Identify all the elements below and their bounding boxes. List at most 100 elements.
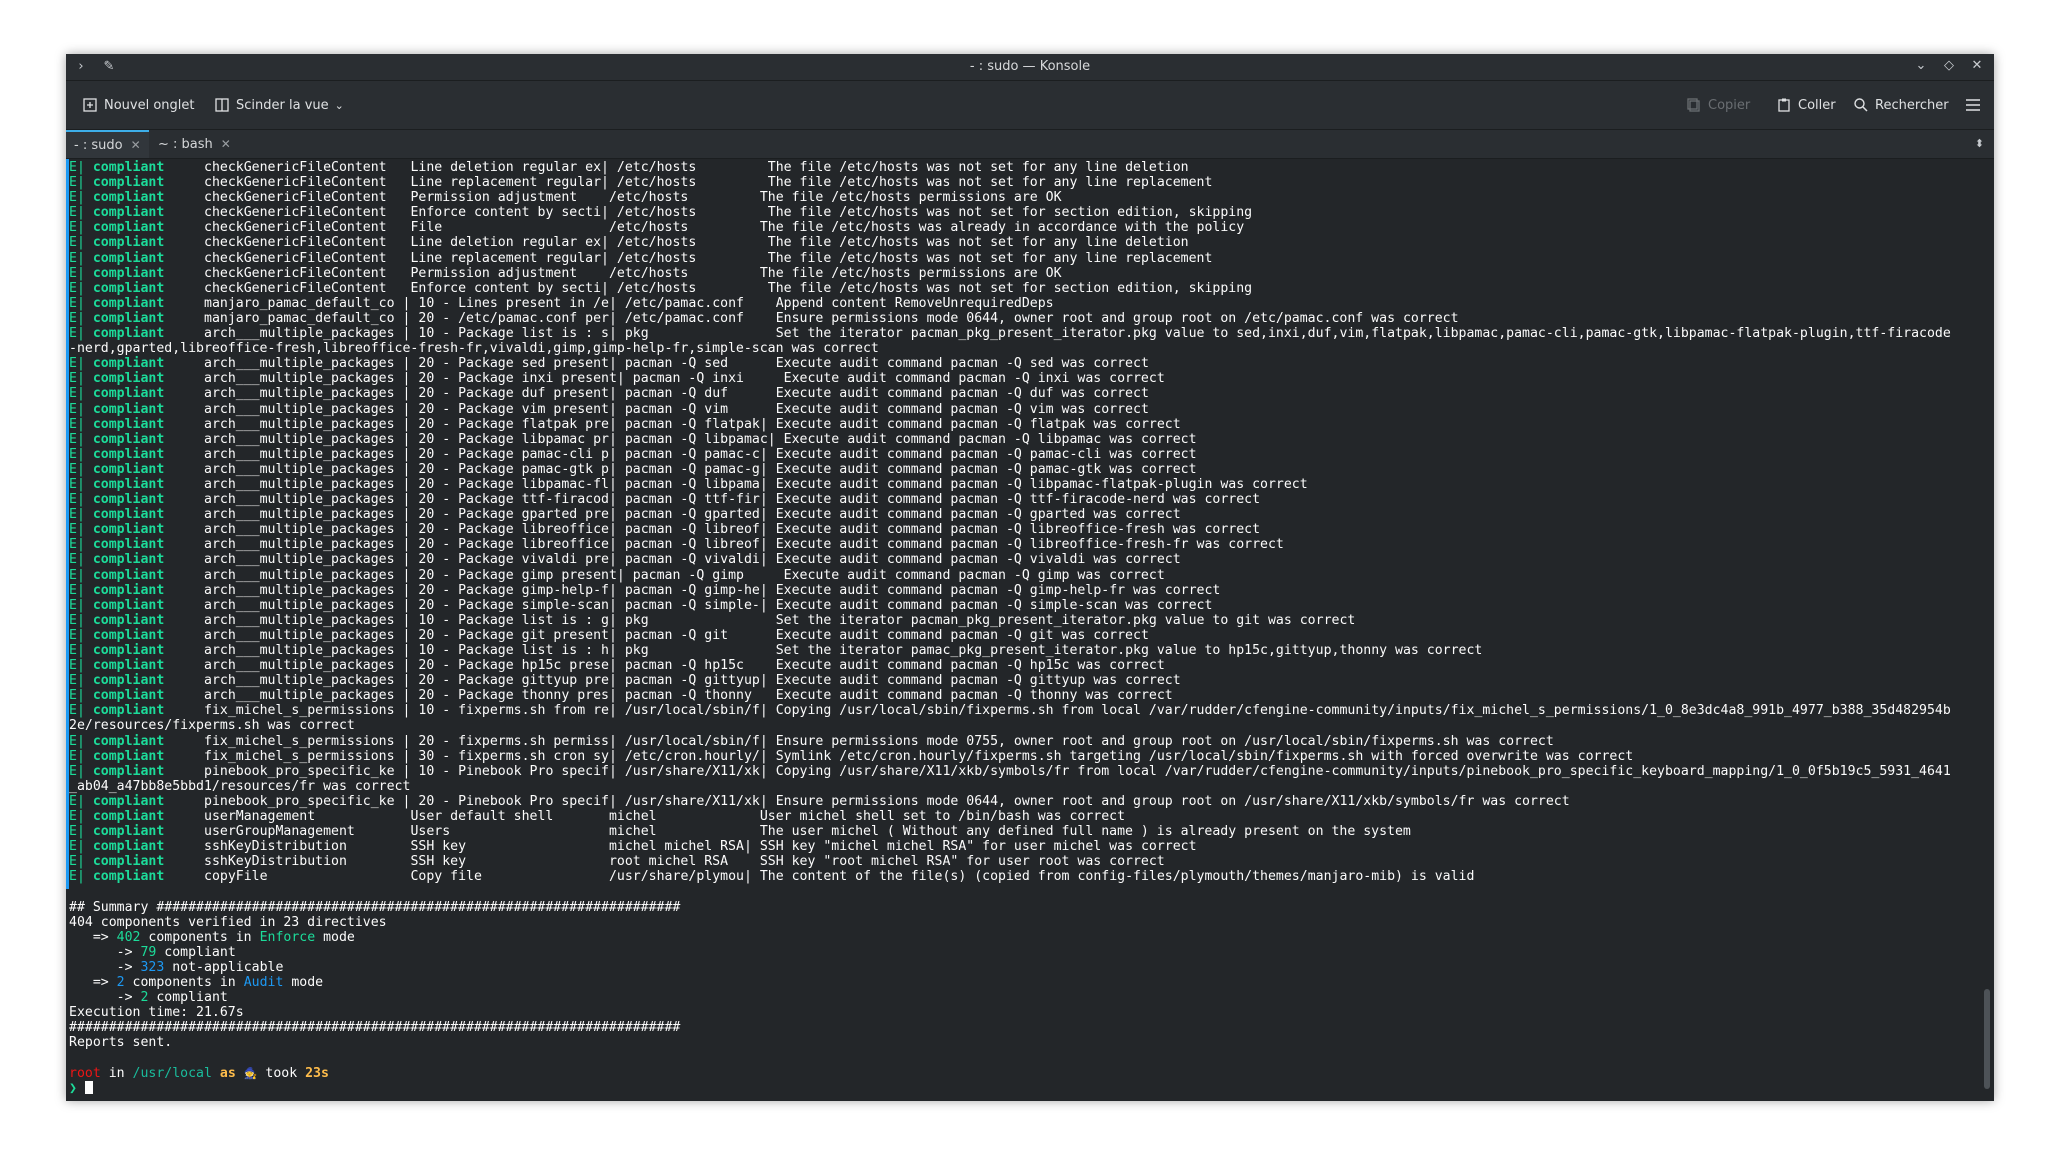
- component-message: The file /etc/hosts was not set for any …: [767, 175, 1213, 191]
- tab-bash[interactable]: ~ : bash ✕: [150, 130, 239, 158]
- log-row: E| compliant checkGenericFileContent Per…: [69, 190, 1951, 205]
- component-id: 20 - /etc/pamac.conf per: [418, 310, 609, 326]
- component-target: pacman -Q inxi: [632, 371, 744, 387]
- component-target: /usr/share/X11/xk: [624, 793, 760, 809]
- component-id: 20 - Package thonny pres: [418, 688, 609, 704]
- log-row: E| compliant checkGenericFileContent Lin…: [69, 175, 1213, 191]
- summary-enforce: => 402 components in Enforce mode: [69, 929, 355, 945]
- log-row: E| compliant arch___multiple_packages | …: [69, 461, 1197, 477]
- component-target: michel: [608, 809, 657, 825]
- component-target: pacman -Q vim: [624, 401, 729, 417]
- component-message-cont: _ab04_a47bb8e5bbd1/resources/fr was corr…: [69, 778, 411, 794]
- component-name: arch___multiple_packages: [204, 582, 395, 598]
- search-button[interactable]: Rechercher: [1853, 95, 1949, 115]
- scrollbar[interactable]: [1984, 989, 1990, 1089]
- component-name: sshKeyDistribution: [204, 854, 347, 870]
- split-view-icon: [215, 98, 229, 112]
- text-cursor[interactable]: [84, 1080, 93, 1094]
- status-badge: compliant: [92, 582, 165, 598]
- status-badge: compliant: [92, 552, 165, 568]
- summary-verified-text: 404 components verified in 23 directives: [69, 914, 387, 930]
- new-tab-label: Nouvel onglet: [104, 97, 195, 113]
- terminal-view[interactable]: E| compliant checkGenericFileContent Lin…: [66, 159, 1994, 1101]
- component-message: The file /etc/hosts was not set for any …: [767, 235, 1189, 251]
- log-row: E| compliant checkGenericFileContent Lin…: [69, 160, 1189, 175]
- component-name: manjaro_pamac_default_co: [204, 310, 395, 326]
- component-target: /etc/hosts: [616, 175, 697, 191]
- status-badge: compliant: [92, 492, 165, 508]
- component-id: 20 - Package git present: [418, 627, 609, 643]
- tab-pin-icon[interactable]: ⬍: [1975, 137, 1984, 150]
- component-message: The file /etc/hosts was not set for sect…: [767, 280, 1253, 296]
- hamburger-menu-button[interactable]: [1965, 95, 1981, 115]
- component-id: 10 - Package list is : h: [418, 643, 609, 658]
- tab-close-icon[interactable]: ✕: [221, 137, 231, 151]
- tab-close-icon[interactable]: ✕: [131, 138, 141, 152]
- component-message: Ensure permissions mode 0755, owner root…: [775, 733, 1554, 749]
- component-target: pacman -Q ttf-fir: [624, 492, 760, 508]
- component-message: The file /etc/hosts permissions are OK: [759, 265, 1062, 281]
- log-row: E| compliant arch___multiple_packages | …: [69, 597, 1213, 613]
- row-prefix: E|: [69, 401, 85, 417]
- component-target: /etc/hosts: [608, 220, 689, 236]
- summary-verified: 404 components verified in 23 directives: [69, 915, 1951, 930]
- log-row: E| compliant arch___multiple_packages | …: [69, 371, 1165, 387]
- component-id: Enforce content by secti: [410, 280, 602, 296]
- row-prefix: E|: [69, 295, 85, 311]
- split-view-button[interactable]: Scinder la vue ⌄: [214, 95, 344, 115]
- component-target: pacman -Q git: [624, 627, 729, 643]
- new-tab-icon: [83, 98, 97, 112]
- paste-button[interactable]: Coller: [1776, 95, 1836, 115]
- row-prefix: E|: [69, 522, 85, 538]
- component-target: pacman -Q libreof: [624, 522, 760, 538]
- copy-button[interactable]: Copier: [1686, 95, 1750, 115]
- log-row: E| compliant manjaro_pamac_default_co | …: [69, 310, 1459, 326]
- status-badge: compliant: [92, 446, 165, 462]
- component-name: arch___multiple_packages: [204, 371, 395, 387]
- summary-enforce-compliant: -> 79 compliant: [69, 944, 236, 960]
- component-id: 20 - Package gimp present: [418, 567, 617, 583]
- component-name: checkGenericFileContent: [204, 280, 387, 296]
- component-message: The file /etc/hosts was not set for any …: [767, 160, 1189, 175]
- log-row-continuation: -nerd,gparted,libreoffice-fresh,libreoff…: [69, 341, 1951, 356]
- search-label: Rechercher: [1875, 97, 1949, 113]
- component-name: checkGenericFileContent: [204, 160, 387, 175]
- status-badge: compliant: [92, 643, 165, 658]
- paste-label: Coller: [1798, 97, 1836, 113]
- title-bar: › ✎ - : sudo — Konsole ⌄ ◇ ✕: [66, 54, 1994, 81]
- component-name: arch___multiple_packages: [204, 673, 395, 689]
- component-name: arch___multiple_packages: [204, 446, 395, 462]
- status-badge: compliant: [92, 205, 165, 221]
- tab-sudo[interactable]: - : sudo ✕: [66, 130, 149, 158]
- close-icon[interactable]: ✕: [1968, 57, 1986, 75]
- audit-compliant-count: 2: [140, 990, 149, 1006]
- prompt-symbol: ❯: [69, 1080, 77, 1096]
- row-prefix: E|: [69, 627, 85, 643]
- component-id: 20 - Package libreoffice: [418, 537, 609, 553]
- component-message: Ensure permissions mode 0644, owner root…: [775, 310, 1459, 326]
- maximize-icon[interactable]: ◇: [1940, 57, 1958, 75]
- component-target: /etc/hosts: [616, 205, 697, 221]
- new-tab-button[interactable]: Nouvel onglet: [82, 95, 195, 115]
- wizard-icon: 🧙: [243, 1066, 258, 1080]
- log-row: E| compliant checkGenericFileContent Enf…: [69, 205, 1253, 221]
- status-badge: compliant: [92, 507, 165, 523]
- component-message: Execute audit command pacman -Q gimp-hel…: [775, 582, 1221, 598]
- minimize-icon[interactable]: ⌄: [1912, 57, 1930, 75]
- toolbar: Nouvel onglet Scinder la vue ⌄ Copier Co…: [66, 81, 1994, 130]
- component-id: 20 - Package duf present: [418, 386, 609, 402]
- status-badge: compliant: [92, 431, 165, 447]
- row-prefix: E|: [69, 582, 85, 598]
- component-name: fix_michel_s_permissions: [204, 733, 395, 749]
- row-prefix: E|: [69, 205, 85, 221]
- component-id: 30 - fixperms.sh cron sy: [418, 748, 609, 764]
- execution-time: Execution time: 21.67s: [69, 1005, 1951, 1020]
- component-message: The file /etc/hosts was not set for sect…: [767, 205, 1253, 221]
- log-row: E| compliant arch___multiple_packages | …: [69, 326, 1951, 342]
- component-message: Execute audit command pacman -Q gimp was…: [783, 567, 1165, 583]
- component-name: arch___multiple_packages: [204, 431, 395, 447]
- log-row: E| compliant checkGenericFileContent Fil…: [69, 220, 1951, 235]
- split-view-label: Scinder la vue: [236, 97, 329, 113]
- component-target: /etc/hosts: [616, 160, 697, 175]
- component-name: fix_michel_s_permissions: [204, 748, 395, 764]
